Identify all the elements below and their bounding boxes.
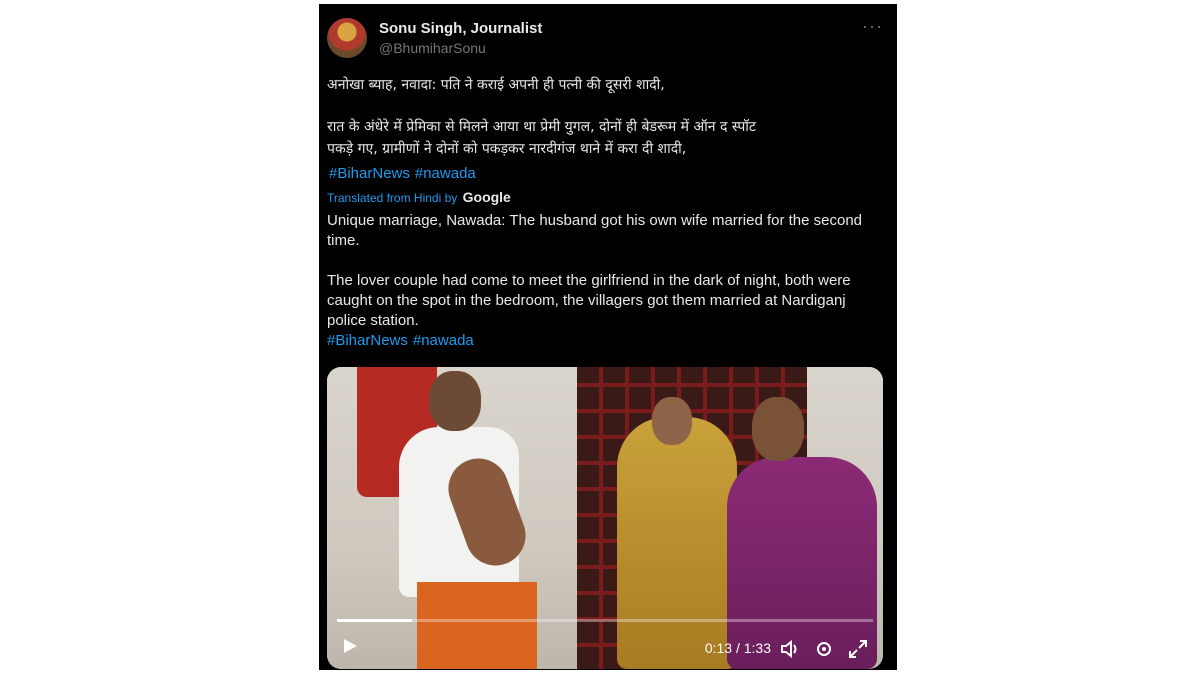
video-player[interactable]: 0:13 / 1:33: [327, 367, 883, 669]
hashtag-link[interactable]: #BiharNews: [327, 332, 408, 349]
video-progress-bar[interactable]: [337, 619, 873, 622]
fullscreen-icon[interactable]: [847, 638, 869, 660]
hashtag-link[interactable]: #nawada: [413, 332, 474, 349]
hindi-line-1: अनोखा ब्याह, नवादा: पति ने कराई अपनी ही …: [327, 77, 665, 93]
video-person-head: [429, 371, 481, 431]
author-name[interactable]: Sonu Singh, Journalist: [379, 20, 542, 37]
tweet-card: Sonu Singh, Journalist @BhumiharSonu ···…: [319, 4, 897, 670]
volume-icon[interactable]: [779, 638, 801, 660]
video-woman-2-face: [752, 397, 804, 461]
tweet-header: Sonu Singh, Journalist @BhumiharSonu ···: [327, 14, 887, 62]
hindi-line-3: पकड़े गए, ग्रामीणों ने दोनों को पकड़कर न…: [327, 141, 687, 157]
english-para-1: Unique marriage, Nawada: The husband got…: [327, 212, 863, 249]
translated-from-label[interactable]: Translated from Hindi by: [327, 191, 457, 205]
hashtag-link[interactable]: #nawada: [415, 165, 476, 182]
english-hashtags: #BiharNews #nawada: [327, 331, 883, 351]
play-icon[interactable]: [341, 637, 365, 661]
avatar[interactable]: [327, 18, 367, 58]
settings-icon[interactable]: [813, 638, 835, 660]
author-handle[interactable]: @BhumiharSonu: [379, 40, 486, 56]
google-logo: Google: [462, 189, 511, 205]
hashtag-link[interactable]: #BiharNews: [329, 165, 410, 182]
video-woman-1-face: [652, 397, 692, 445]
hindi-line-2: रात के अंधेरे में प्रेमिका से मिलने आया …: [327, 119, 756, 135]
english-para-2: The lover couple had come to meet the gi…: [327, 272, 851, 329]
tweet-text: अनोखा ब्याह, नवादा: पति ने कराई अपनी ही …: [327, 74, 883, 351]
video-controls: 0:13 / 1:33: [327, 629, 883, 669]
video-progress-fill: [337, 619, 413, 622]
more-options-icon[interactable]: ···: [862, 16, 883, 37]
translation-label: Translated from Hindi by Google: [327, 188, 883, 207]
hindi-hashtags: #BiharNews #nawada: [329, 164, 883, 184]
video-time: 0:13 / 1:33: [704, 640, 771, 656]
